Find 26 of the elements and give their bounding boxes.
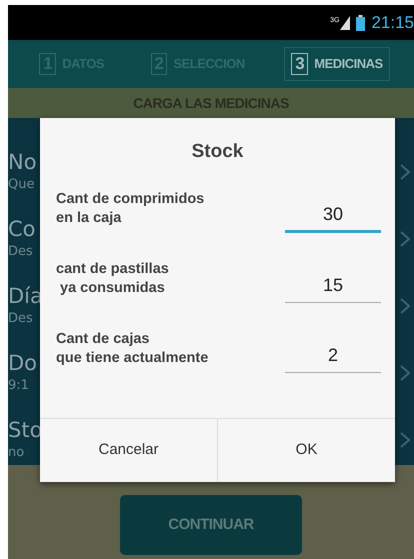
chevron-icon <box>400 230 410 246</box>
number-field[interactable]: 15 <box>285 268 381 302</box>
item-subtitle: no <box>8 444 24 462</box>
clock: 21:15 <box>371 12 414 34</box>
number-field[interactable]: 2 <box>285 338 381 372</box>
item-title: Co <box>8 216 36 242</box>
item-subtitle: Que <box>8 176 34 194</box>
dialog-button[interactable]: OK <box>217 419 395 482</box>
item-subtitle: Des <box>8 242 33 260</box>
battery-icon <box>356 14 366 30</box>
field-label: cant de pastillas ya consumidas <box>56 260 170 298</box>
chevron-icon <box>400 298 410 314</box>
item-title: Do <box>8 350 38 376</box>
chevron-icon <box>400 364 410 380</box>
number-field[interactable]: 30 <box>285 198 381 232</box>
item-subtitle: Des <box>8 310 33 328</box>
field-label: Cant de cajas que tiene actualmente <box>56 330 210 368</box>
dialog-title: Stock <box>190 140 244 164</box>
field-label: Cant de comprimidos en la caja <box>56 190 206 228</box>
item-title: No <box>8 148 37 174</box>
signal-icon <box>340 16 350 30</box>
dialog-button[interactable]: Cancelar <box>40 419 217 482</box>
item-subtitle: 9:1 <box>8 376 29 394</box>
chevron-icon <box>400 432 410 448</box>
step-tab[interactable]: 3 MEDICINAS <box>284 47 390 81</box>
chevron-icon <box>400 164 410 180</box>
